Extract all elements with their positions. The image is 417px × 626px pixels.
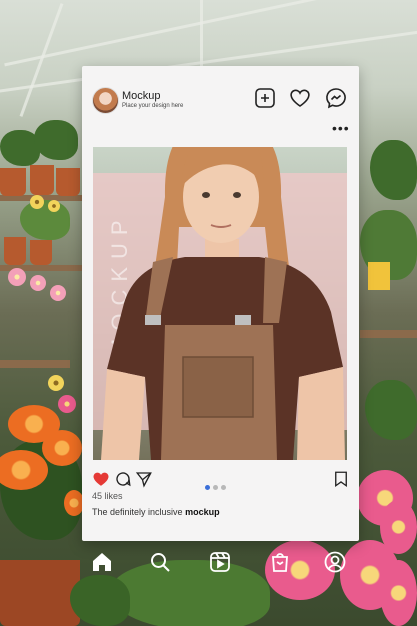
messenger-icon[interactable] [324,86,348,110]
person-figure [101,147,345,460]
more-options-icon[interactable]: ••• [332,121,350,135]
post-username[interactable]: Mockup [122,90,161,102]
reels-icon[interactable] [208,550,232,574]
post-caption: The definitely inclusive mockup [92,507,220,517]
shop-icon[interactable] [268,550,292,574]
bookmark-icon[interactable] [332,470,350,488]
bottom-navigation [80,550,360,580]
post-photo[interactable]: MOCKUP [93,147,347,460]
carousel-dot [213,485,218,490]
share-icon[interactable] [135,470,153,488]
carousel-dot [205,485,210,490]
profile-icon[interactable] [323,550,347,574]
caption-bold: mockup [185,507,220,517]
post-card: Mockup Place your design here ••• MOCKUP [82,66,359,541]
post-tagline: Place your design here [122,103,184,109]
like-heart-icon[interactable] [92,470,110,488]
avatar[interactable] [92,87,119,114]
add-post-icon[interactable] [253,86,277,110]
carousel-dot [221,485,226,490]
comment-icon[interactable] [114,470,132,488]
carousel-indicator [205,477,229,495]
home-icon[interactable] [90,550,114,574]
heart-icon[interactable] [288,86,312,110]
search-icon[interactable] [148,550,172,574]
post-action-bar [92,470,350,490]
like-count[interactable]: 45 likes [92,491,123,501]
caption-text: The definitely inclusive [92,507,183,517]
